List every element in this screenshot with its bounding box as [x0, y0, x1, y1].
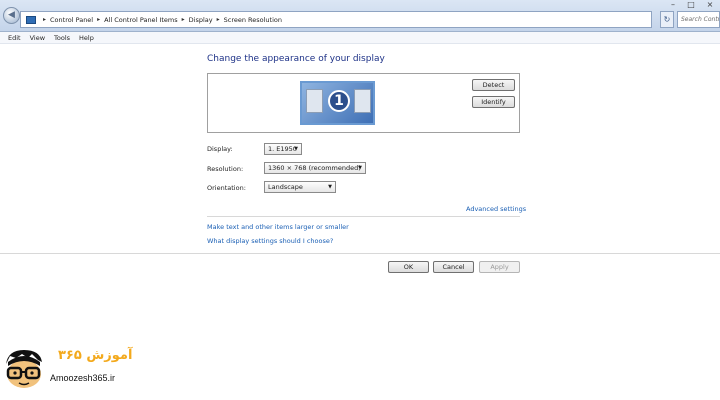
resolution-value: 1360 × 768 (recommended) — [268, 164, 361, 172]
window-thumbnail-icon — [354, 89, 371, 113]
display-label: Display: — [207, 145, 233, 153]
orientation-select[interactable]: Landscape ▼ — [264, 181, 336, 193]
menu-bar: Edit View Tools Help — [0, 32, 720, 44]
advanced-settings-link[interactable]: Advanced settings — [466, 205, 526, 213]
monitor-preview-panel: 1 Detect Identify — [207, 73, 520, 133]
identify-button[interactable]: Identify — [472, 96, 515, 108]
mascot-face-icon — [6, 350, 42, 388]
menu-edit[interactable]: Edit — [8, 34, 21, 42]
chevron-right-icon[interactable]: ▸ — [43, 16, 46, 23]
resolution-select[interactable]: 1360 × 768 (recommended) ▼ — [264, 162, 366, 174]
logo-persian-text: آموزش ۳۶۵ — [58, 348, 133, 363]
resolution-label: Resolution: — [207, 165, 244, 173]
address-bar-area: ◀ ▸ Control Panel ▸ All Control Panel It… — [0, 0, 720, 32]
window-thumbnail-icon — [306, 89, 323, 113]
display-help-link[interactable]: What display settings should I choose? — [207, 237, 333, 245]
cancel-button[interactable]: Cancel — [433, 261, 474, 273]
orientation-label: Orientation: — [207, 184, 246, 192]
monitor-number: 1 — [328, 90, 350, 112]
chevron-down-icon: ▼ — [328, 184, 332, 190]
divider — [0, 253, 720, 254]
logo-url-text: Amoozesh365.ir — [50, 373, 116, 383]
display-value: 1. E1950 — [268, 145, 297, 153]
amoozesh365-logo: آموزش ۳۶۵ Amoozesh365.ir — [0, 342, 175, 400]
close-button[interactable]: × — [701, 0, 719, 10]
page-title: Change the appearance of your display — [207, 54, 385, 64]
chevron-right-icon[interactable]: ▸ — [97, 16, 100, 23]
maximize-button[interactable]: □ — [682, 0, 700, 10]
menu-view[interactable]: View — [30, 34, 45, 42]
apply-button[interactable]: Apply — [479, 261, 520, 273]
menu-help[interactable]: Help — [79, 34, 94, 42]
monitor-1-icon[interactable]: 1 — [300, 81, 375, 125]
back-button[interactable]: ◀ — [3, 7, 20, 24]
ok-button[interactable]: OK — [388, 261, 429, 273]
search-input[interactable]: Search Control Panel — [677, 11, 720, 28]
breadcrumb-control-panel[interactable]: Control Panel — [50, 16, 93, 24]
chevron-down-icon: ▼ — [358, 165, 362, 171]
refresh-icon[interactable]: ↻ — [660, 11, 674, 28]
menu-tools[interactable]: Tools — [54, 34, 70, 42]
chevron-right-icon[interactable]: ▸ — [182, 16, 185, 23]
divider — [207, 216, 520, 217]
display-select[interactable]: 1. E1950 ▼ — [264, 143, 302, 155]
breadcrumb-screen-resolution[interactable]: Screen Resolution — [224, 16, 282, 24]
breadcrumb: ▸ Control Panel ▸ All Control Panel Item… — [26, 15, 282, 24]
text-size-link[interactable]: Make text and other items larger or smal… — [207, 223, 349, 231]
address-bar[interactable]: ▸ Control Panel ▸ All Control Panel Item… — [20, 11, 652, 28]
orientation-value: Landscape — [268, 183, 303, 191]
chevron-right-icon[interactable]: ▸ — [217, 16, 220, 23]
control-panel-icon — [26, 15, 36, 24]
breadcrumb-all-items[interactable]: All Control Panel Items — [104, 16, 177, 24]
minimize-button[interactable]: – — [664, 0, 682, 10]
breadcrumb-display[interactable]: Display — [189, 16, 213, 24]
detect-button[interactable]: Detect — [472, 79, 515, 91]
chevron-down-icon: ▼ — [294, 146, 298, 152]
